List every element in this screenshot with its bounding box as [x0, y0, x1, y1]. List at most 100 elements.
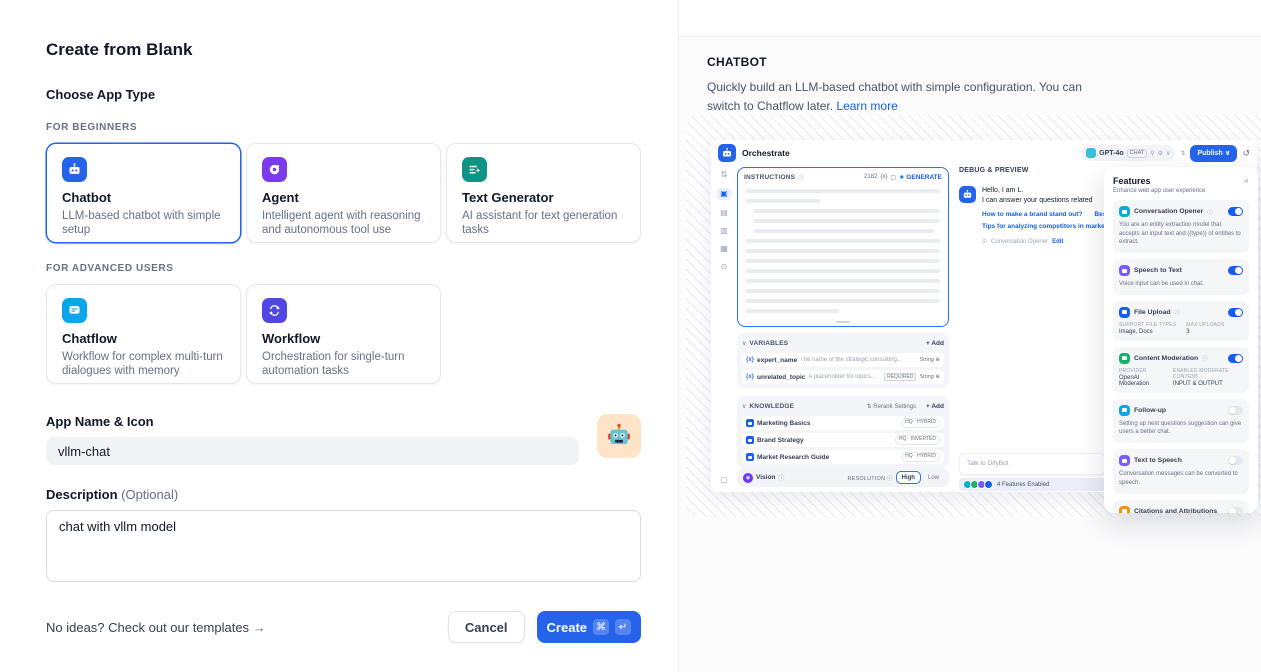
publish-button: Publish ∨ — [1190, 145, 1237, 162]
knowledge-row: Market Research Guide HQ · HYBRID — [742, 450, 944, 464]
model-provider-icon — [1086, 148, 1096, 158]
app-icon-picker[interactable] — [597, 414, 641, 458]
app-type-card-agent[interactable]: Agent Intelligent agent with reasoning a… — [246, 143, 441, 243]
chatbot-icon — [62, 157, 87, 182]
description-label: Description (Optional) — [46, 487, 641, 502]
card-desc: AI assistant for text generation tasks — [462, 209, 625, 238]
app-type-card-workflow[interactable]: Workflow Orchestration for single-turn a… — [246, 284, 441, 384]
citations-icon — [1119, 506, 1130, 514]
knowledge-row: Brand Strategy HQ · INVERTED — [742, 433, 944, 447]
card-title: Chatflow — [62, 331, 225, 346]
app-name-input[interactable] — [46, 437, 579, 465]
rerank-settings-button: ⇅ Rerank Settings — [867, 403, 916, 410]
orchestrate-title: Orchestrate — [742, 148, 790, 158]
enter-key-icon: ↵ — [615, 619, 631, 635]
chevron-down-icon: ∨ — [1166, 150, 1170, 157]
sidebar-orchestrate-icon: ▣ — [717, 188, 731, 200]
card-title: Text Generator — [462, 190, 625, 205]
description-textarea[interactable]: chat with vllm model — [46, 510, 641, 582]
chat-input: Talk to DifyBot — [959, 453, 1106, 475]
model-selector: GPT-4o CHAT ⚲ ⚙ ∨ — [1081, 145, 1175, 161]
info-icon: ⓘ — [1202, 354, 1208, 362]
generate-button: ∗ GENERATE — [899, 173, 942, 181]
card-desc: Orchestration for single-turn automation… — [262, 350, 425, 379]
choose-app-type-label: Choose App Type — [46, 87, 632, 102]
resolution-high-button: High — [896, 471, 921, 484]
conversation-opener-note: ⊙ Conversation Opener Edit — [982, 238, 1107, 245]
debug-preview-section: DEBUG & PREVIEW Hello, I am L. I can ans… — [959, 167, 1106, 245]
bot-greeting: Hello, I am L. I can answer your questio… — [982, 186, 1106, 206]
agent-icon — [262, 157, 287, 182]
variables-icon: {x} — [880, 174, 887, 180]
app-type-card-text-generator[interactable]: Text Generator AI assistant for text gen… — [446, 143, 641, 243]
robot-emoji-icon — [605, 422, 633, 450]
features-enabled-text: 4 Features Enabled — [997, 482, 1049, 488]
speech-to-text-icon — [1119, 265, 1130, 276]
preview-heading: CHATBOT — [707, 55, 1261, 69]
templates-link[interactable]: No ideas? Check out our templates → — [46, 620, 266, 635]
token-count: 2182 — [864, 174, 877, 180]
preview-illustration: Orchestrate GPT-4o CHAT ⚲ ⚙ ∨ ⇅ Publish … — [686, 115, 1261, 517]
instructions-title: INSTRUCTIONS — [744, 174, 795, 181]
required-badge: REQUIRED — [884, 373, 916, 382]
feature-toggle — [1228, 354, 1243, 363]
model-settings-icon: ⚙ — [1158, 150, 1163, 157]
chevron-down-icon: ∨ — [742, 340, 746, 347]
feature-toggle — [1228, 266, 1243, 275]
feature-desc: Conversation messages can be converted t… — [1119, 470, 1243, 487]
debug-preview-title: DEBUG & PREVIEW — [959, 167, 1106, 174]
dataset-icon — [746, 453, 754, 461]
feature-toggle — [1228, 308, 1243, 317]
feature-card-conversation-opener: Conversation Opener ⓘ You are an entity … — [1113, 200, 1249, 253]
suggested-question: Tips for analyzing competitors in market — [982, 223, 1107, 230]
add-knowledge-button: + Add — [926, 403, 944, 410]
cmd-key-icon: ⌘ — [593, 619, 609, 635]
history-icon: ↺ — [1242, 148, 1250, 159]
learn-more-link[interactable]: Learn more — [836, 99, 897, 113]
preview-panel: CHATBOT Quickly build an LLM-based chatb… — [678, 0, 1261, 672]
feature-card-file-upload: File Upload ⓘ SUPPORT FILE TYPESImage, D… — [1113, 301, 1249, 341]
conversation-opener-icon — [1119, 206, 1130, 217]
feature-desc: Voice input can be used in chat. — [1119, 280, 1243, 289]
for-advanced-users-label: FOR ADVANCED USERS — [46, 263, 632, 274]
info-icon: ⓘ — [1175, 308, 1181, 316]
chevron-down-icon: ∨ — [742, 403, 746, 410]
dataset-icon — [746, 419, 754, 427]
app-name-label: App Name & Icon — [46, 414, 583, 429]
card-title: Workflow — [262, 331, 425, 346]
sidebar-note-icon: ▦ — [720, 244, 728, 254]
create-button[interactable]: Create ⌘ ↵ — [537, 611, 641, 643]
preview-topbar: Orchestrate GPT-4o CHAT ⚲ ⚙ ∨ ⇅ Publish … — [711, 140, 1257, 166]
instructions-panel: INSTRUCTIONS ⓘ 2182 {x} ▢ ∗ GENERATE — [737, 167, 949, 327]
workflow-icon — [262, 298, 287, 323]
feature-desc: Setting up next questions suggestion can… — [1119, 420, 1243, 437]
app-type-card-chatbot[interactable]: Chatbot LLM-based chatbot with simple se… — [46, 143, 241, 243]
arrow-right-icon: → — [253, 620, 266, 635]
resize-handle — [836, 321, 850, 323]
cancel-button[interactable]: Cancel — [448, 611, 525, 643]
feature-card-citations: Citations and Attributions Show source d… — [1113, 500, 1249, 514]
app-type-card-chatflow[interactable]: Chatflow Workflow for complex multi-turn… — [46, 284, 241, 384]
text-to-speech-icon — [1119, 455, 1130, 466]
vision-row: ◉ Vision ⓘ RESOLUTION ⓘ High Low — [737, 468, 949, 487]
variables-panel: ∨ VARIABLES + Add {x} expert_name The na… — [737, 333, 949, 388]
add-variable-button: + Add — [926, 340, 944, 347]
app-name-row: App Name & Icon — [46, 414, 641, 465]
preview-description: Quickly build an LLM-based chatbot with … — [707, 78, 1115, 115]
edit-link: Edit — [1052, 239, 1063, 245]
create-from-blank-modal: Create from Blank Choose App Type FOR BE… — [0, 0, 678, 672]
knowledge-row: Marketing Basics HQ · HYBRID — [742, 416, 944, 430]
feature-desc: You are an entity extraction model that … — [1119, 221, 1243, 247]
optional-hint: (Optional) — [121, 487, 178, 502]
feature-card-text-to-speech: Text to Speech Conversation messages can… — [1113, 449, 1249, 493]
sidebar-bottom-icon: ▢ — [711, 475, 737, 484]
feature-toggle — [1228, 207, 1243, 216]
for-beginners-label: FOR BEGINNERS — [46, 122, 632, 133]
feature-toggle — [1228, 507, 1243, 514]
feature-toggle — [1228, 456, 1243, 465]
file-upload-icon — [1119, 307, 1130, 318]
right-top-strip — [679, 0, 1261, 37]
info-icon: ⓘ — [1207, 208, 1213, 216]
beginner-cards: Chatbot LLM-based chatbot with simple se… — [46, 143, 641, 243]
dataset-icon — [746, 436, 754, 444]
